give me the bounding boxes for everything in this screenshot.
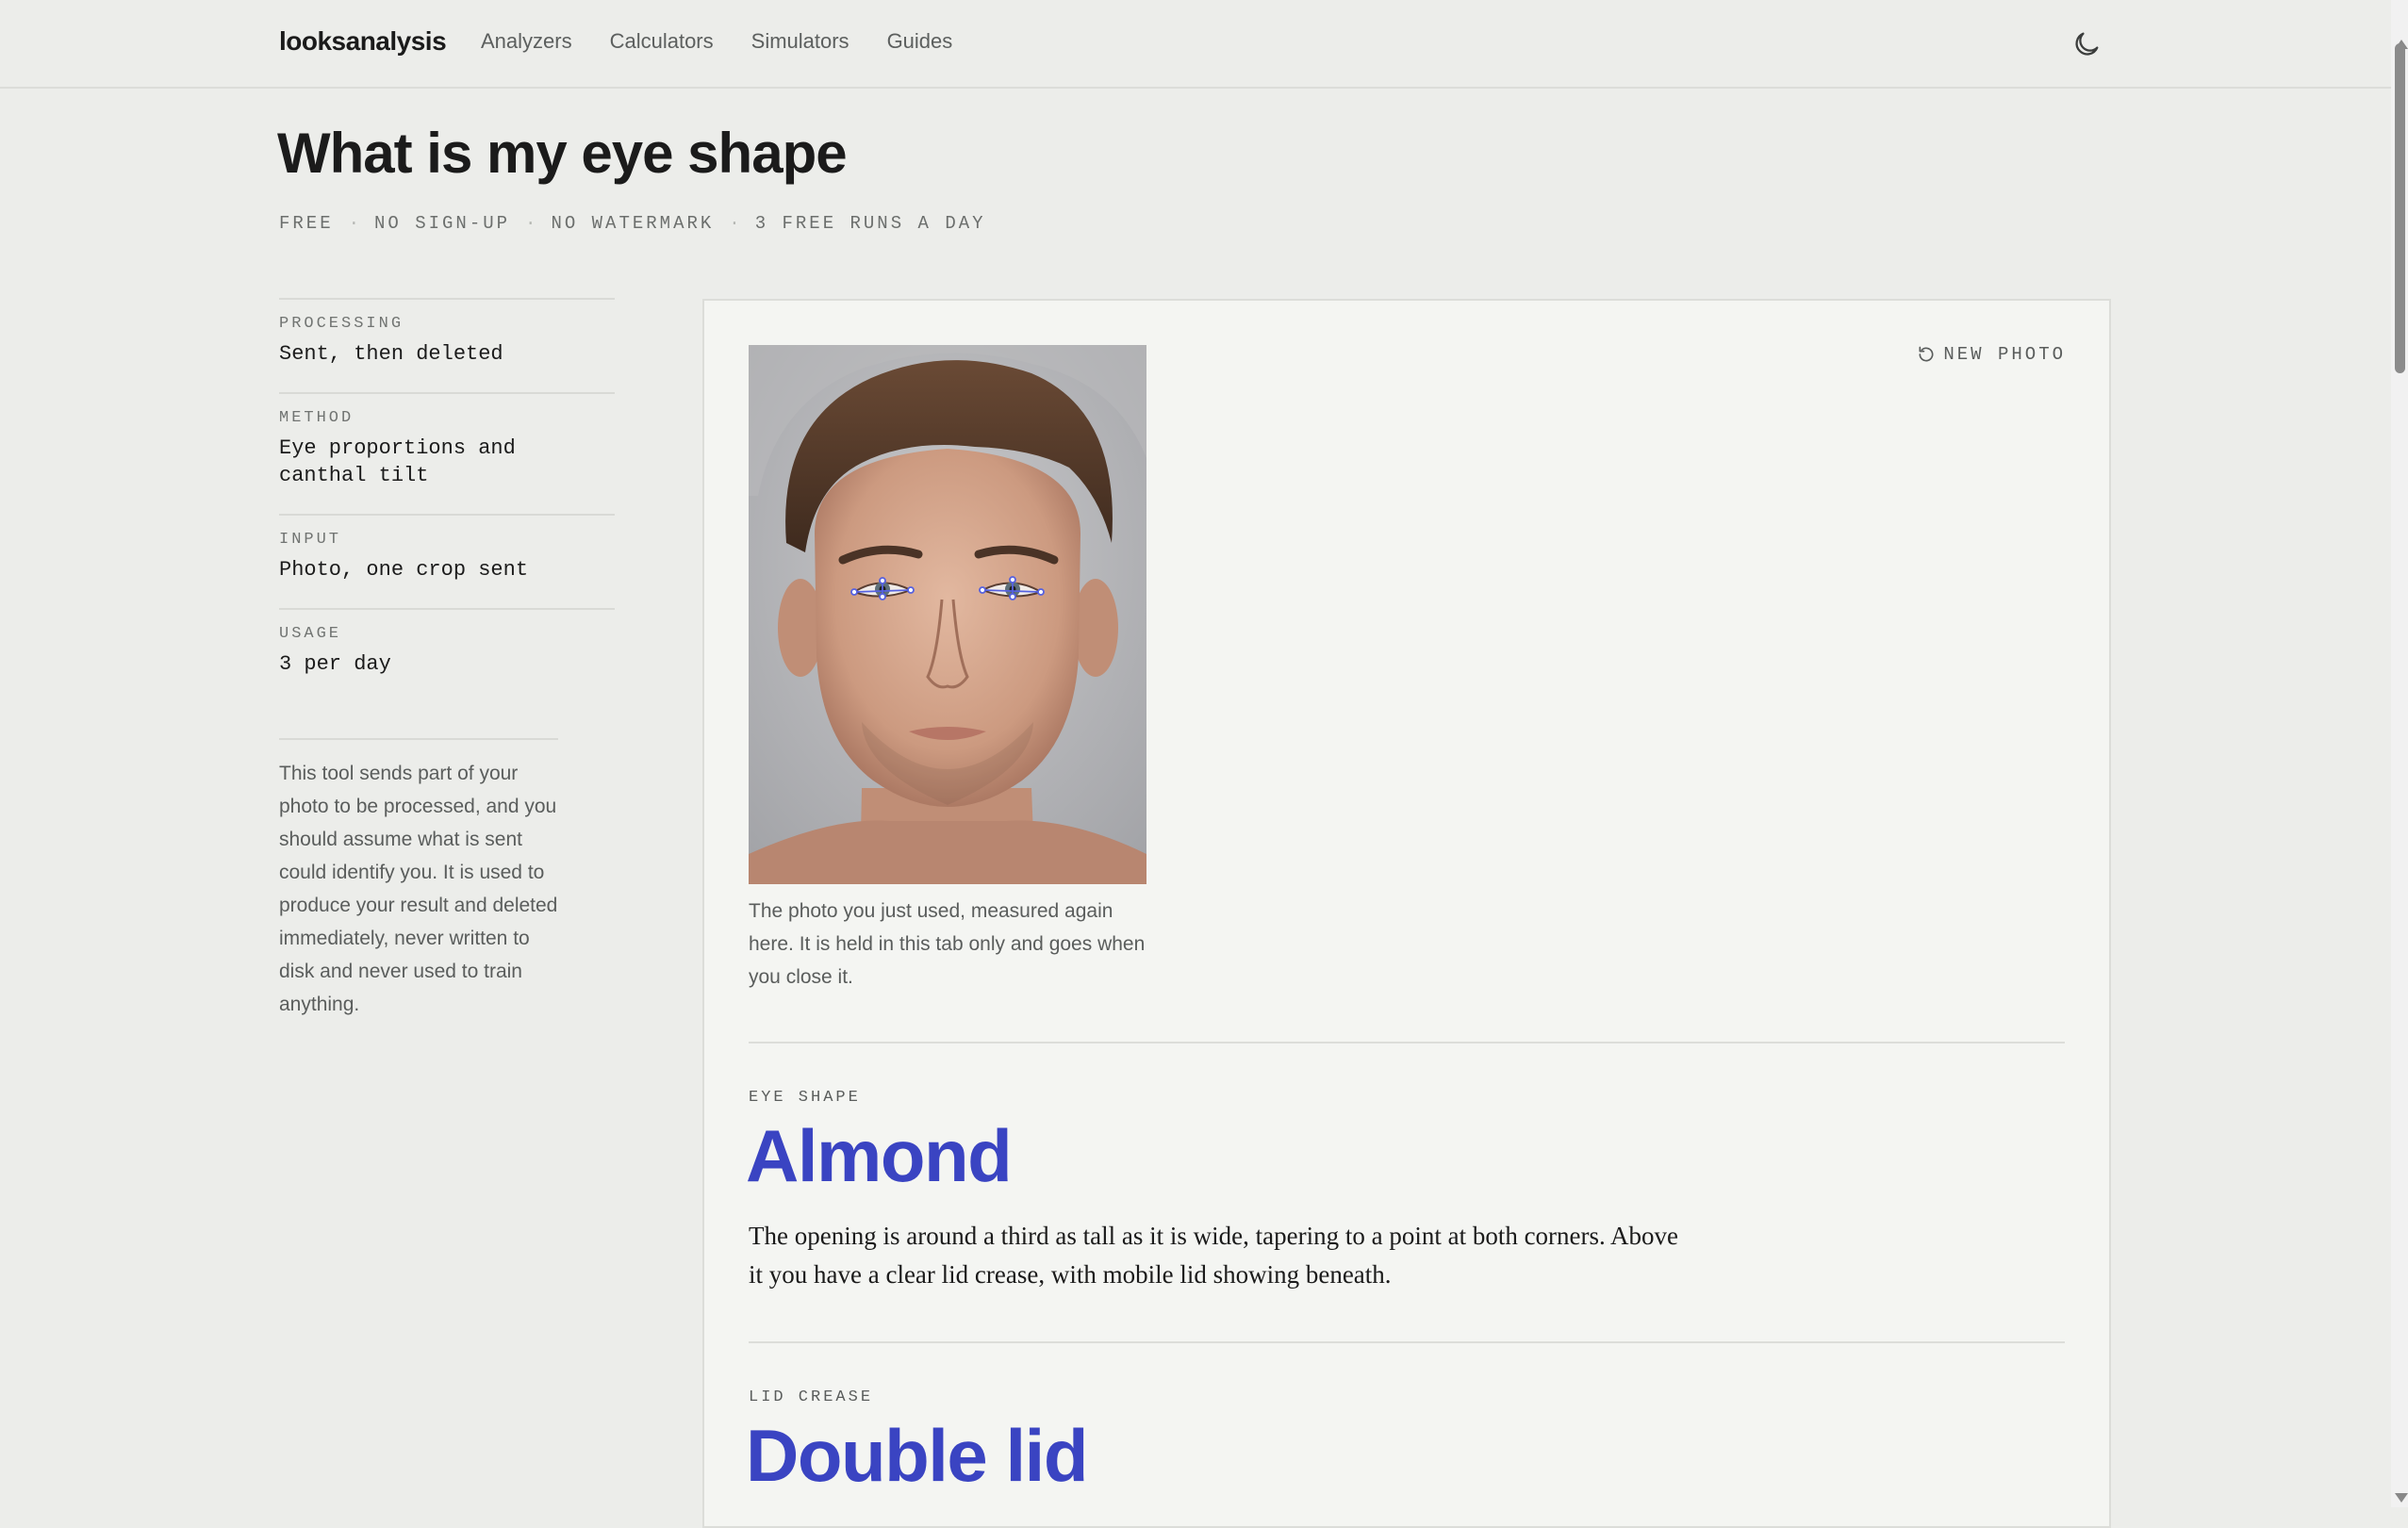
section-divider [749, 1341, 2065, 1343]
tag-no-watermark: NO WATERMARK [551, 213, 715, 234]
nav-calculators[interactable]: Calculators [610, 29, 714, 54]
new-photo-button[interactable]: NEW PHOTO [1917, 344, 2066, 365]
tag-no-signup: NO SIGN-UP [374, 213, 511, 234]
face-photo [749, 345, 1146, 884]
tag-separator: · [525, 213, 536, 234]
scroll-down-arrow[interactable] [2395, 1493, 2408, 1503]
result-card: The photo you just used, measured again … [702, 299, 2111, 1528]
feature-tags: FREE · NO SIGN-UP · NO WATERMARK · 3 FRE… [279, 213, 986, 234]
brand-logo[interactable]: looksanalysis [279, 26, 447, 57]
tag-separator: · [348, 213, 360, 234]
theme-toggle-button[interactable] [2070, 28, 2103, 60]
nav-simulators[interactable]: Simulators [751, 29, 849, 54]
main-nav: Analyzers Calculators Simulators Guides [481, 29, 952, 54]
section-divider [749, 1042, 2065, 1043]
new-photo-label: NEW PHOTO [1943, 344, 2066, 365]
meta-value: 3 per day [279, 652, 391, 676]
meta-label: INPUT [279, 531, 342, 549]
scrollbar-thumb[interactable] [2395, 43, 2405, 373]
page-title: What is my eye shape [277, 122, 848, 185]
refresh-icon [1919, 346, 1934, 362]
meta-usage: USAGE 3 per day [279, 608, 615, 702]
top-navigation-bar: looksanalysis Analyzers Calculators Simu… [0, 0, 2391, 89]
meta-input: INPUT Photo, one crop sent [279, 514, 615, 608]
eye-shape-description: The opening is around a third as tall as… [749, 1222, 1679, 1289]
tag-free-runs: 3 FREE RUNS A DAY [754, 213, 986, 234]
meta-value: Photo, one crop sent [279, 558, 529, 582]
meta-value: Sent, then deleted [279, 342, 503, 366]
meta-label: USAGE [279, 625, 342, 643]
photo-caption: The photo you just used, measured again … [749, 900, 1146, 988]
moon-icon [2075, 32, 2099, 56]
meta-processing: PROCESSING Sent, then deleted [279, 298, 615, 392]
eye-shape-result: Almond [746, 1114, 1013, 1197]
meta-label: PROCESSING [279, 315, 404, 333]
meta-value: Eye proportions and canthal tilt [279, 436, 516, 487]
eye-shape-label: EYE SHAPE [749, 1089, 861, 1107]
nav-analyzers[interactable]: Analyzers [481, 29, 572, 54]
meta-sidebar: PROCESSING Sent, then deleted METHOD Eye… [279, 298, 615, 702]
tag-separator: · [729, 213, 740, 234]
meta-label: METHOD [279, 409, 355, 427]
lid-crease-result: Double lid [746, 1414, 1088, 1497]
lid-crease-label: LID CREASE [749, 1388, 874, 1406]
privacy-note: This tool sends part of your photo to be… [279, 738, 558, 1021]
nav-guides[interactable]: Guides [887, 29, 953, 54]
meta-method: METHOD Eye proportions and canthal tilt [279, 392, 615, 514]
tag-free: FREE [279, 213, 334, 234]
